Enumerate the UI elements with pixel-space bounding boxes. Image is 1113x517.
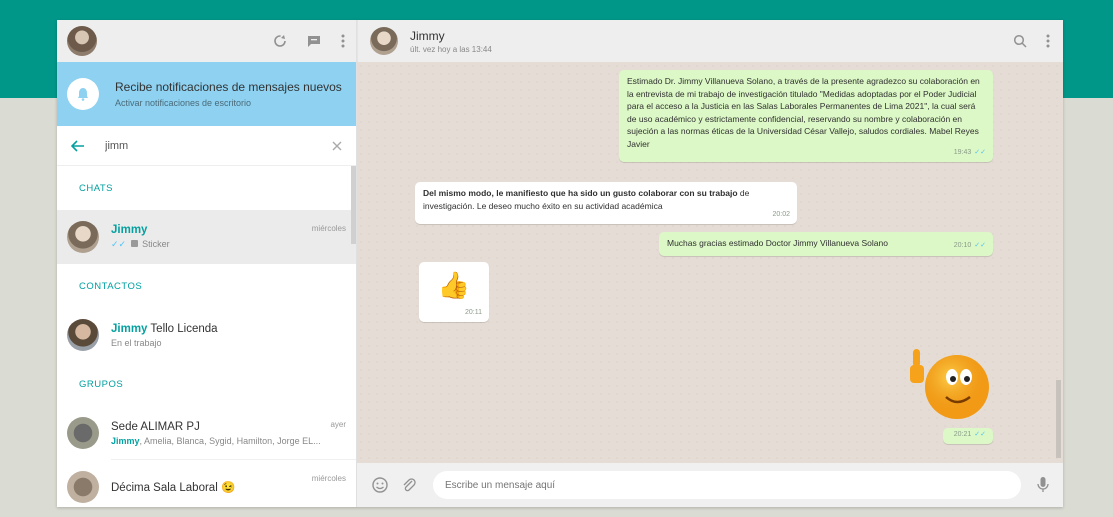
profile-avatar[interactable] bbox=[67, 26, 97, 56]
message-composer bbox=[357, 463, 1063, 507]
back-arrow-icon[interactable] bbox=[71, 139, 85, 152]
message-text: Muchas gracias estimado Doctor Jimmy Vil… bbox=[667, 238, 888, 248]
message-list[interactable]: Estimado Dr. Jimmy Villanueva Solano, a … bbox=[357, 62, 1063, 463]
message-time: 20:10 bbox=[953, 242, 972, 249]
message-text-bold: Del mismo modo, le manifiesto que ha sid… bbox=[423, 188, 738, 198]
contact-row-jimmy-tello[interactable]: Jimmy Tello Licenda En el trabajo bbox=[57, 308, 356, 362]
sidebar-scrollbar[interactable] bbox=[351, 166, 356, 244]
double-check-icon: ✓✓ bbox=[111, 239, 127, 249]
clear-search-icon[interactable] bbox=[332, 141, 342, 151]
thumbs-up-smiley-sticker[interactable] bbox=[902, 337, 992, 427]
contact-status: En el trabajo bbox=[111, 337, 162, 348]
message-outgoing[interactable]: Muchas gracias estimado Doctor Jimmy Vil… bbox=[659, 232, 993, 256]
message-time: 20:02 bbox=[772, 210, 790, 218]
chat-avatar[interactable] bbox=[370, 27, 398, 55]
section-contacts: Contactos bbox=[79, 280, 143, 292]
group-time: ayer bbox=[330, 420, 346, 429]
bell-off-icon bbox=[67, 78, 99, 110]
menu-dots-icon[interactable] bbox=[1045, 33, 1051, 49]
refresh-icon[interactable] bbox=[272, 33, 288, 49]
group-time: miércoles bbox=[311, 474, 346, 483]
message-text: Estimado Dr. Jimmy Villanueva Solano, a … bbox=[627, 76, 980, 149]
avatar bbox=[67, 417, 99, 449]
double-check-icon: ✓✓ bbox=[974, 430, 986, 438]
group-name: Sede ALIMAR PJ bbox=[111, 420, 200, 433]
enable-notifications-link[interactable]: Activar notificaciones de escritorio bbox=[115, 98, 342, 108]
group-name: Décima Sala Laboral bbox=[111, 482, 218, 494]
messages-scrollbar[interactable] bbox=[1056, 380, 1061, 458]
double-check-icon: ✓✓ bbox=[974, 148, 986, 156]
wink-emoji-icon: 😉 bbox=[220, 482, 236, 494]
message-incoming-emoji[interactable]: 👍 20:11 bbox=[419, 262, 489, 322]
emoji-icon[interactable] bbox=[371, 476, 389, 494]
group-row-decima-sala[interactable]: Décima Sala Laboral 😉 miércoles bbox=[57, 460, 356, 507]
message-time: 20:11 bbox=[465, 308, 482, 316]
menu-dots-icon[interactable] bbox=[340, 33, 346, 49]
message-input[interactable] bbox=[433, 471, 1021, 499]
group-row-sede-alimar[interactable]: Sede ALIMAR PJ Jimmy, Amelia, Blanca, Sy… bbox=[57, 406, 356, 460]
whatsapp-web-app: Recibe notificaciones de mensajes nuevos… bbox=[57, 20, 1063, 507]
contact-name-match: Jimmy bbox=[111, 322, 148, 335]
group-member-match: Jimmy bbox=[111, 435, 140, 446]
chat-time: miércoles bbox=[311, 224, 346, 233]
message-time: 19:43 bbox=[953, 148, 972, 156]
chat-title: Jimmy bbox=[410, 28, 445, 43]
thumbs-up-emoji-icon: 👍 bbox=[437, 270, 471, 300]
chat-row-jimmy[interactable]: Jimmy ✓✓ Sticker miércoles bbox=[57, 210, 356, 264]
section-groups: Grupos bbox=[79, 378, 124, 390]
avatar bbox=[67, 471, 99, 503]
microphone-icon[interactable] bbox=[1037, 476, 1049, 494]
sticker-icon bbox=[130, 240, 138, 247]
section-chats: Chats bbox=[79, 182, 113, 194]
notification-title: Recibe notificaciones de mensajes nuevos bbox=[115, 80, 342, 94]
message-sticker-timestamp: 20:21 ✓✓ bbox=[943, 428, 993, 444]
sidebar: Recibe notificaciones de mensajes nuevos… bbox=[57, 20, 357, 507]
chat-name: Jimmy bbox=[111, 224, 148, 236]
message-outgoing[interactable]: Estimado Dr. Jimmy Villanueva Solano, a … bbox=[619, 70, 993, 162]
results-list: Chats Jimmy ✓✓ Sticker miércoles Contact… bbox=[57, 166, 356, 507]
chat-panel: Jimmy últ. vez hoy a las 13:44 Estimado … bbox=[357, 20, 1063, 507]
notification-banner[interactable]: Recibe notificaciones de mensajes nuevos… bbox=[57, 62, 356, 126]
message-time: 20:21 bbox=[953, 430, 972, 438]
sidebar-header bbox=[57, 20, 356, 62]
contact-name-rest: Tello Licenda bbox=[147, 322, 218, 335]
chat-last-seen: últ. vez hoy a las 13:44 bbox=[410, 44, 492, 54]
avatar bbox=[67, 221, 99, 253]
double-check-icon: ✓✓ bbox=[974, 242, 986, 249]
chat-last-message: Sticker bbox=[142, 239, 170, 249]
search-icon[interactable] bbox=[1013, 33, 1027, 49]
chat-header[interactable]: Jimmy últ. vez hoy a las 13:44 bbox=[357, 20, 1063, 62]
search-bar bbox=[57, 126, 356, 166]
search-input[interactable] bbox=[105, 139, 332, 152]
chat-icon[interactable] bbox=[306, 33, 322, 49]
group-members: , Amelia, Blanca, Sygid, Hamilton, Jorge… bbox=[139, 435, 321, 446]
avatar bbox=[67, 319, 99, 351]
attach-paperclip-icon[interactable] bbox=[401, 477, 417, 493]
message-incoming[interactable]: Del mismo modo, le manifiesto que ha sid… bbox=[415, 182, 797, 224]
